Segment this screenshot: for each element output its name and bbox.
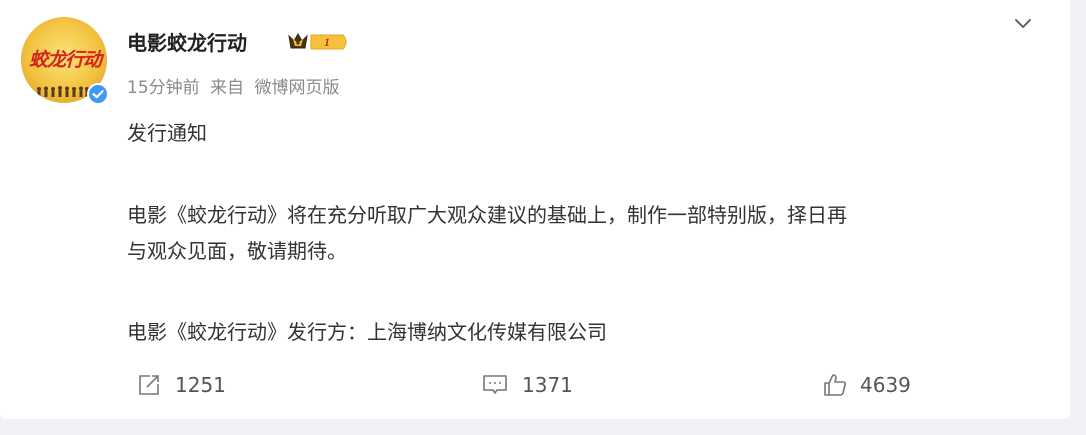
comment-count: 1371 xyxy=(522,373,573,397)
like-count: 4639 xyxy=(860,373,911,397)
post-content-line: 发行通知 xyxy=(127,121,207,145)
verified-check-icon xyxy=(89,85,107,103)
member-crown-badge-icon[interactable]: 1 xyxy=(287,31,351,53)
post-source[interactable]: 微博网页版 xyxy=(254,78,339,98)
author-name[interactable]: 电影蛟龙行动 xyxy=(127,27,247,56)
post-content-line: 电影《蛟龙行动》发行方：上海博纳文化传媒有限公司 xyxy=(127,320,607,344)
post-meta: 15分钟前 来自 微博网页版 xyxy=(127,73,344,98)
repost-icon xyxy=(139,375,159,395)
like-button[interactable]: 4639 xyxy=(822,370,911,400)
avatar-people-silhouette xyxy=(37,86,89,97)
chevron-down-icon[interactable] xyxy=(1012,12,1034,34)
repost-button[interactable]: 1251 xyxy=(137,370,226,400)
comment-button[interactable]: 1371 xyxy=(482,370,573,400)
post-content-line: 与观众见面，敬请期待。 xyxy=(127,239,347,263)
comment-icon xyxy=(483,375,507,394)
source-prefix: 来自 xyxy=(210,78,245,98)
verified-badge xyxy=(87,83,109,105)
thumbs-up-icon xyxy=(824,374,847,396)
avatar-logo-text: 蛟龙行动 xyxy=(29,49,102,71)
repost-count: 1251 xyxy=(175,373,226,397)
badge-level-text: 1 xyxy=(324,35,330,49)
post-time[interactable]: 15分钟前 xyxy=(127,78,200,98)
weibo-post-card: 蛟龙行动 电影蛟龙行动 1 15分钟前 来自 微博网页版 发行通知 电影《蛟龙行… xyxy=(0,0,1070,419)
post-content-line: 电影《蛟龙行动》将在充分听取广大观众建议的基础上，制作一部特别版，择日再 xyxy=(127,203,847,227)
